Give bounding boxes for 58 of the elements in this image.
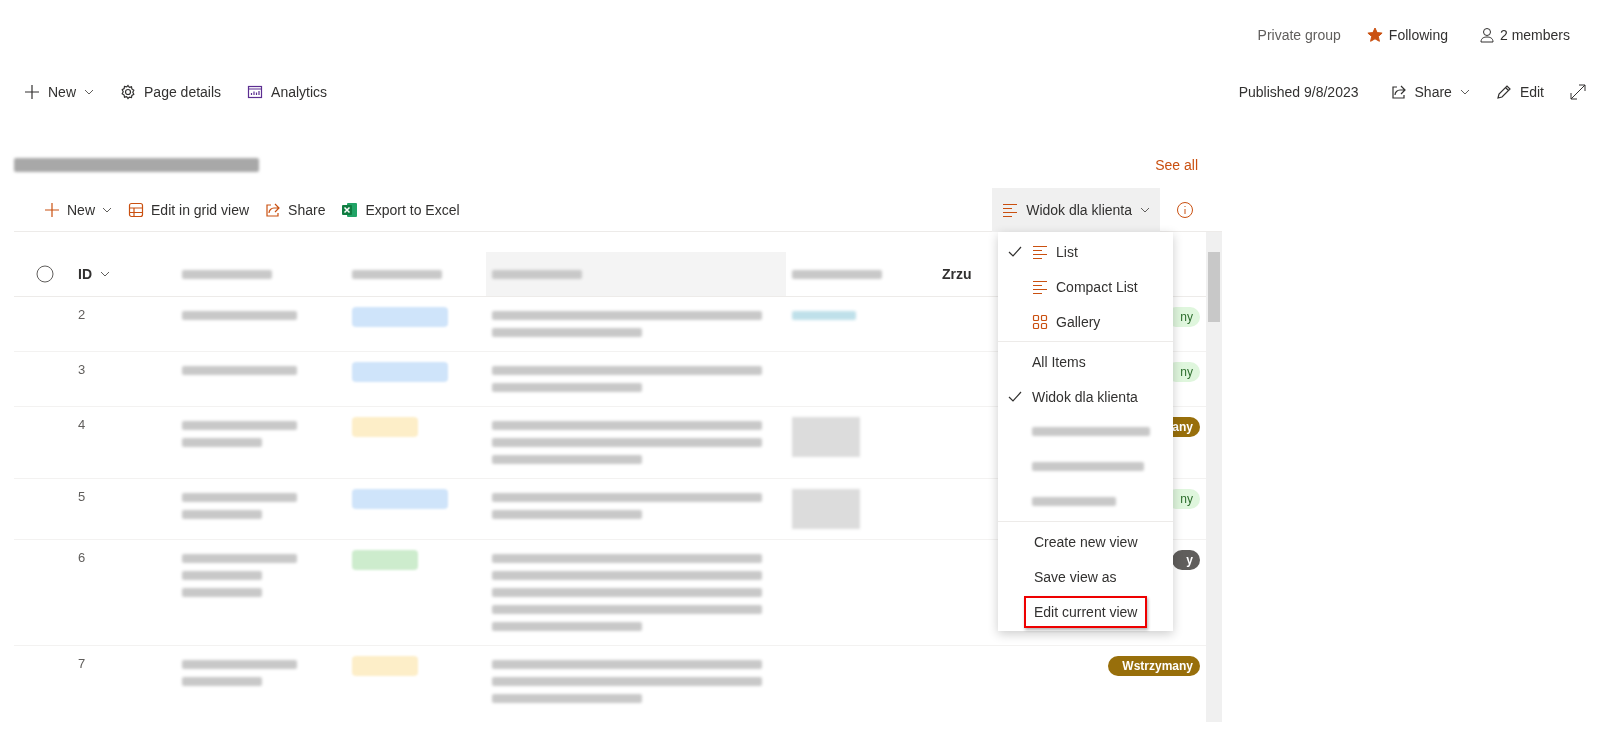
column-header[interactable]: ID [78, 266, 110, 282]
gear-icon [120, 84, 136, 100]
chevron-down-icon [1459, 89, 1470, 95]
command-button[interactable]: Page details [114, 78, 228, 106]
select-all-radio[interactable] [36, 265, 54, 283]
check-icon [1008, 390, 1022, 403]
menu-item[interactable]: Create new view [998, 524, 1173, 559]
check-icon [1008, 245, 1022, 258]
share-icon [265, 201, 282, 218]
person-icon [1479, 27, 1494, 43]
toolbar-button[interactable]: New [40, 197, 116, 222]
info-icon[interactable] [1176, 200, 1194, 219]
command-button[interactable]: New [18, 78, 100, 106]
chevron-down-icon [102, 206, 112, 213]
toolbar-button[interactable]: Share [261, 197, 330, 222]
redacted-image [792, 417, 860, 457]
command-button[interactable]: Share [1384, 78, 1476, 106]
table-icon [128, 201, 144, 218]
lines-icon [1002, 201, 1019, 218]
chevron-down-icon [84, 89, 94, 95]
spreadsheet-icon [341, 201, 359, 218]
members-button[interactable]: 2 members [1473, 26, 1576, 44]
see-all-link[interactable]: See all [1155, 157, 1198, 173]
id-cell-text: 2 [78, 307, 87, 322]
column-header[interactable]: Zrzu [942, 266, 972, 282]
star-icon [1366, 27, 1383, 43]
command-button[interactable]: Analytics [241, 78, 334, 106]
status-pill: y [1172, 550, 1200, 570]
lines-icon [1032, 278, 1048, 295]
id-cell-text: 4 [78, 417, 87, 432]
id-cell-text: 7 [78, 656, 87, 671]
expand-icon[interactable] [1570, 84, 1586, 100]
chevron-down-icon [1140, 206, 1150, 213]
id-cell-text: 5 [78, 489, 87, 504]
menu-item[interactable]: Save view as [998, 559, 1173, 594]
status-pill: Wstrzymany [1108, 656, 1200, 676]
chevron-down-icon [100, 271, 110, 277]
menu-item[interactable]: Compact List [998, 269, 1173, 304]
published-date: Published 9/8/2023 [1238, 84, 1359, 100]
tiles-icon [1032, 313, 1048, 330]
plus-icon [44, 201, 60, 218]
lines-icon [1032, 243, 1048, 260]
chart-icon [247, 84, 264, 100]
privacy-label: Private group [1257, 27, 1341, 43]
toolbar-button[interactable]: Edit in grid view [124, 197, 254, 222]
command-button[interactable]: Edit [1489, 78, 1550, 106]
view-selector[interactable]: Widok dla klienta [992, 187, 1160, 232]
menu-item[interactable]: List [998, 234, 1173, 269]
share-icon [1390, 84, 1407, 100]
menu-item[interactable]: Widok dla klienta [998, 379, 1173, 414]
scrollbar[interactable] [1206, 232, 1222, 722]
plus-icon [24, 84, 40, 100]
id-cell-text: 3 [78, 362, 87, 377]
toolbar-button[interactable]: Export to Excel [337, 197, 464, 222]
pencil-icon [1495, 84, 1512, 100]
follow-button[interactable]: Following [1360, 26, 1454, 44]
id-cell-text: 6 [78, 550, 87, 565]
redacted-image [792, 489, 860, 529]
